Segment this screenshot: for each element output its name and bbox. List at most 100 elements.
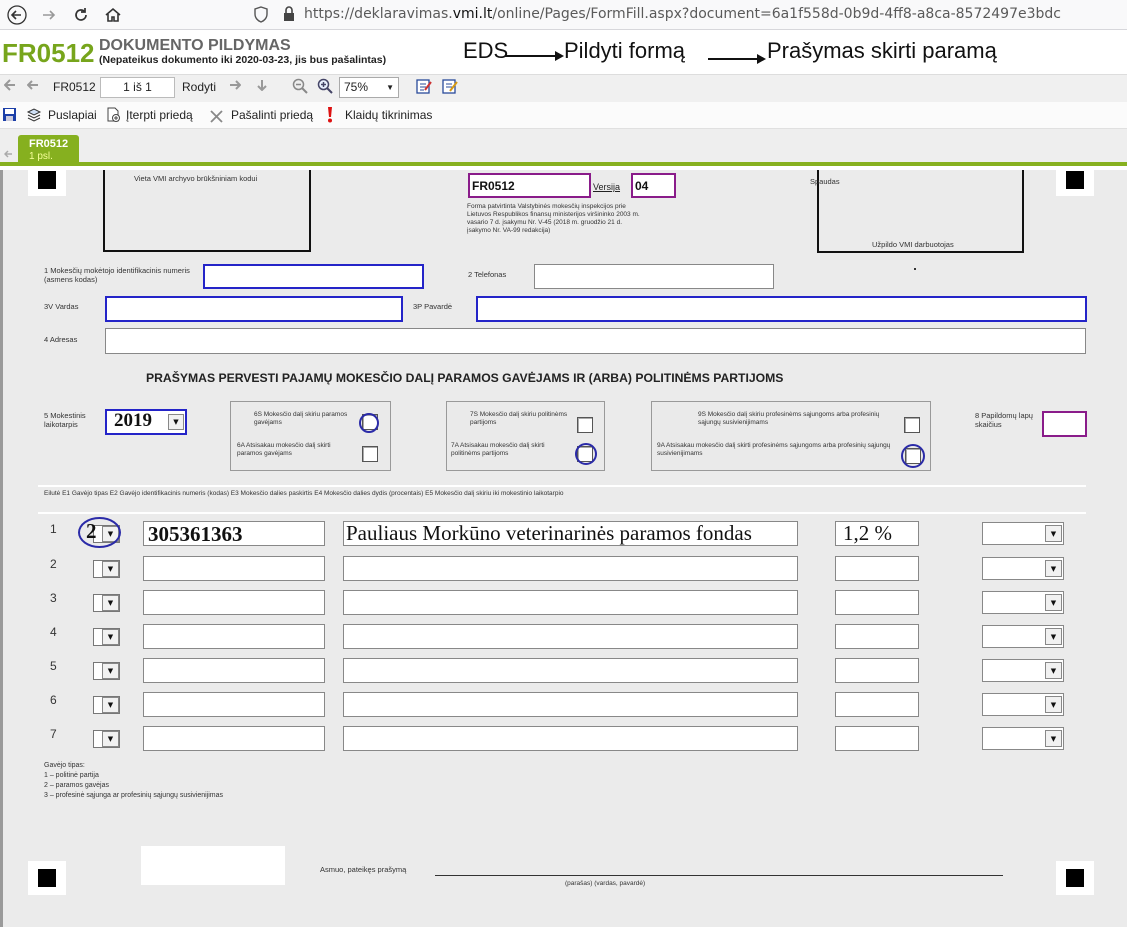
- annotation-arrow-2: [708, 58, 758, 60]
- page-number-input[interactable]: 1 iš 1: [100, 77, 175, 98]
- chevron-down-icon[interactable]: ▼: [1045, 730, 1062, 747]
- row-number: 6: [50, 693, 57, 707]
- taxpayer-id-input[interactable]: [203, 264, 424, 289]
- option-9s-label: 9S Mokesčio dalį skiriu profesinėms sąju…: [698, 411, 880, 426]
- show-button[interactable]: Rodyti: [182, 80, 216, 94]
- chevron-down-icon[interactable]: ▼: [1045, 696, 1062, 713]
- chevron-down-icon[interactable]: ▼: [1045, 594, 1062, 611]
- edit-document-icon[interactable]: [442, 78, 458, 98]
- next-page-arrow-icon[interactable]: [229, 79, 242, 95]
- zoom-out-icon[interactable]: [292, 78, 308, 98]
- option-7s-label: 7S Mokesčio dalį skiriu politinėms parti…: [470, 411, 568, 426]
- document-code-heading: FR0512: [2, 38, 95, 68]
- option-6s-label: 6S Mokesčio dalį skiriu paramos gavėjams: [254, 411, 348, 426]
- zoom-in-icon[interactable]: [317, 78, 333, 98]
- lock-icon[interactable]: [283, 6, 295, 26]
- home-icon[interactable]: [100, 2, 126, 28]
- recipient-code-input[interactable]: [143, 692, 325, 717]
- percent-value: 1,2 %: [843, 521, 892, 545]
- legend-title: Gavėjo tipas:: [44, 762, 85, 769]
- extra-pages-input[interactable]: [1042, 411, 1087, 437]
- recipient-code-input[interactable]: [143, 556, 325, 581]
- version-label: Versija: [593, 182, 621, 192]
- version-value: 04: [635, 179, 649, 193]
- signer-label: Asmuo, pateikęs prašymą: [320, 865, 407, 874]
- insert-attachment-icon[interactable]: [106, 107, 121, 126]
- chevron-down-icon[interactable]: ▼: [102, 731, 119, 747]
- percent-input[interactable]: [835, 692, 919, 717]
- percent-input[interactable]: [835, 556, 919, 581]
- annotation-step-fill-form: Pildyti formą: [564, 38, 686, 63]
- option-6a-checkbox[interactable]: [362, 446, 378, 462]
- insert-attachment-button[interactable]: Įterpti priedą: [126, 108, 193, 122]
- recipient-code-input[interactable]: [143, 726, 325, 751]
- percent-input[interactable]: [835, 658, 919, 683]
- purpose-input[interactable]: [343, 658, 798, 683]
- annotation-step-eds: EDS: [463, 38, 509, 63]
- annotation-arrow-head-1: [555, 51, 564, 61]
- prev-page-arrow-icon[interactable]: [26, 79, 39, 95]
- row-number: 5: [50, 659, 57, 673]
- chevron-down-icon[interactable]: ▼: [1045, 662, 1062, 679]
- edit-form-icon[interactable]: [416, 78, 432, 98]
- pages-button[interactable]: Puslapiai: [48, 108, 97, 122]
- address-label: 4 Adresas: [44, 335, 78, 344]
- pages-icon[interactable]: [26, 107, 42, 126]
- exclamation-icon[interactable]: [326, 106, 334, 127]
- row-number: 7: [50, 727, 57, 741]
- back-arrow-icon[interactable]: [4, 2, 30, 28]
- chevron-down-icon[interactable]: ▼: [102, 663, 119, 679]
- annotation-arrow-head-2: [757, 54, 766, 64]
- last-name-input[interactable]: [476, 296, 1087, 322]
- purpose-input[interactable]: [343, 692, 798, 717]
- table-header: Eilutė E1 Gavėjo tipas E2 Gavėjo identif…: [44, 490, 564, 497]
- remove-attachment-button[interactable]: Pašalinti priedą: [231, 108, 313, 122]
- row-number: 4: [50, 625, 57, 639]
- form-left-border: [0, 170, 3, 927]
- request-title: PRAŠYMAS PERVESTI PAJAMŲ MOKESČIO DALĮ P…: [146, 371, 784, 385]
- chevron-down-icon[interactable]: ▼: [1045, 628, 1062, 645]
- tab-scroll-left-icon[interactable]: [3, 144, 13, 163]
- error-check-button[interactable]: Klaidų tikrinimas: [345, 108, 432, 122]
- first-name-input[interactable]: [105, 296, 403, 322]
- recipient-code-input[interactable]: [143, 624, 325, 649]
- forward-arrow-icon[interactable]: [36, 2, 62, 28]
- address-bar-url[interactable]: https://deklaravimas.vmi.lt/online/Pages…: [304, 6, 1061, 22]
- divider: [38, 485, 1086, 487]
- zoom-select[interactable]: 75% ▼: [339, 77, 399, 98]
- recipient-code-input[interactable]: [143, 590, 325, 615]
- purpose-input[interactable]: [343, 726, 798, 751]
- chevron-down-icon[interactable]: ▼: [102, 629, 119, 645]
- chevron-down-icon[interactable]: ▼: [102, 697, 119, 713]
- chevron-down-icon: ▼: [386, 83, 394, 92]
- address-input[interactable]: [105, 328, 1086, 354]
- option-7s-checkbox[interactable]: [577, 417, 593, 433]
- chevron-down-icon[interactable]: ▼: [1045, 525, 1062, 542]
- first-page-arrow-icon[interactable]: [3, 79, 16, 95]
- tax-period-dropdown-icon[interactable]: ▼: [168, 414, 184, 430]
- option-9s-checkbox[interactable]: [904, 417, 920, 433]
- phone-input[interactable]: [534, 264, 774, 289]
- purpose-input[interactable]: [343, 556, 798, 581]
- percent-input[interactable]: [835, 726, 919, 751]
- purpose-input[interactable]: [343, 590, 798, 615]
- purpose-input[interactable]: [343, 624, 798, 649]
- last-name-label: 3P Pavardė: [413, 302, 453, 311]
- shield-icon[interactable]: [254, 6, 268, 27]
- chevron-down-icon[interactable]: ▼: [102, 595, 119, 611]
- close-icon[interactable]: [210, 108, 223, 127]
- corner-mark-top-left: [28, 168, 66, 196]
- corner-mark-top-right: [1056, 168, 1094, 196]
- stamp-box-footer: Užpildo VMI darbuotojas: [872, 240, 954, 249]
- chevron-down-icon[interactable]: ▼: [102, 561, 119, 577]
- recipient-code-input[interactable]: [143, 658, 325, 683]
- save-icon[interactable]: [2, 107, 17, 126]
- percent-input[interactable]: [835, 590, 919, 615]
- reload-icon[interactable]: [68, 2, 94, 28]
- percent-input[interactable]: [835, 624, 919, 649]
- signature-stamp-area: [141, 846, 285, 885]
- chevron-down-icon[interactable]: ▼: [1045, 560, 1062, 577]
- page-title: DOKUMENTO PILDYMAS: [99, 37, 291, 54]
- down-arrow-icon[interactable]: [256, 79, 268, 95]
- annotation-step-request: Prašymas skirti paramą: [767, 38, 997, 63]
